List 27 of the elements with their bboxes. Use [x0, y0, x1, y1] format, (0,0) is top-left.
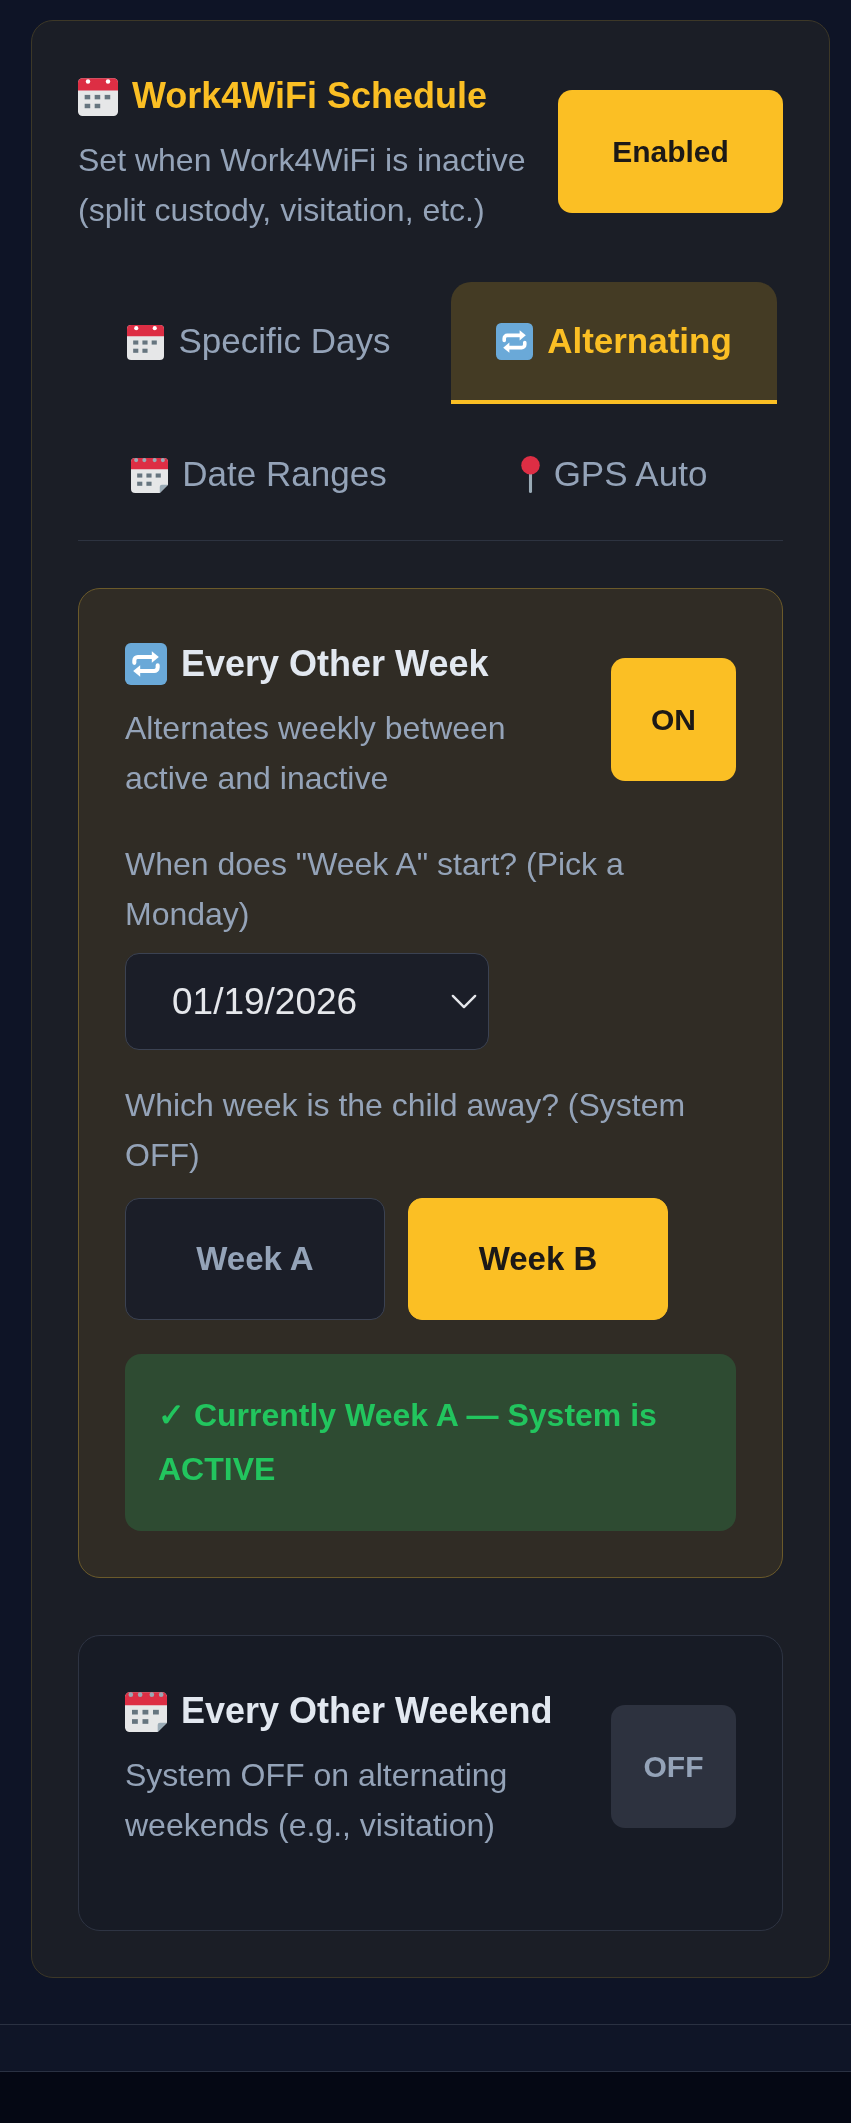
tab[interactable]: Date Ranges — [96, 415, 422, 537]
pin-icon — [520, 455, 540, 493]
option-title: Every Other Week — [181, 642, 489, 686]
option-description: Alternates weekly between active and inactive — [125, 709, 507, 798]
schedule-toggle[interactable]: Enabled — [558, 89, 783, 213]
arrows-icon — [125, 643, 167, 685]
option-description: System OFF on alternating weekends (e.g., visitation) — [125, 1756, 509, 1845]
tab[interactable]: GPS Auto — [451, 415, 777, 537]
option-toggle[interactable]: OFF — [611, 1704, 736, 1828]
calendar-icon — [127, 322, 165, 360]
date-select[interactable]: 01/19/2026 — [125, 953, 489, 1050]
option-toggle[interactable]: ON — [611, 657, 736, 781]
arrows-icon — [496, 322, 534, 360]
week-option-button[interactable]: Week B — [408, 1198, 668, 1320]
schedule-title: Work4WiFi Schedule — [132, 74, 488, 118]
field-label: Which week is the child away? (System OFF) — [125, 1086, 687, 1175]
tear-off-calendar-icon — [125, 1690, 167, 1732]
tab[interactable]: Specific Days — [96, 282, 422, 404]
tab[interactable]: Alternating — [451, 282, 777, 404]
schedule-description: Set when Work4WiFi is inactive (split custody, visitation, etc.) — [78, 141, 527, 230]
field-label: When does "Week A" start? (Pick a Monday) — [125, 845, 625, 934]
chevron-down-icon — [451, 994, 477, 1009]
status-message: ✓ Currently Week A — System is ACTIVE — [125, 1354, 736, 1531]
option-title: Every Other Weekend — [181, 1689, 553, 1733]
tear-off-calendar-icon — [131, 455, 169, 493]
week-option-button[interactable]: Week A — [125, 1198, 385, 1320]
calendar-icon — [78, 76, 118, 116]
